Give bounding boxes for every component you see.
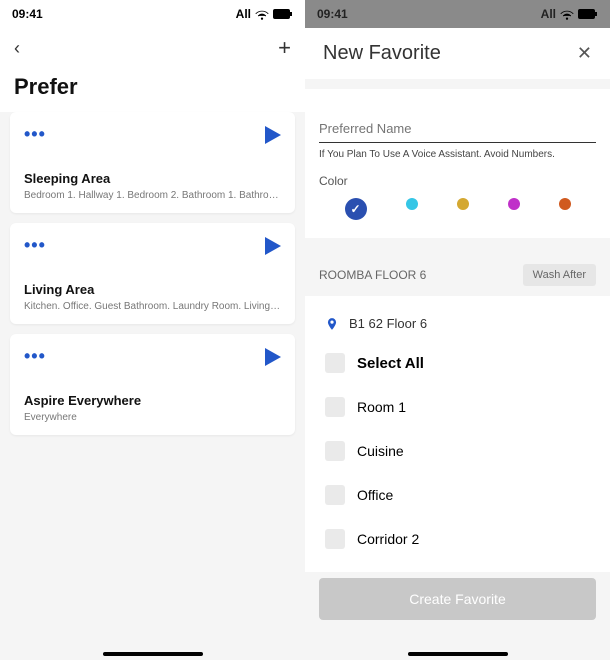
battery-icon	[273, 8, 293, 20]
wifi-icon	[255, 7, 269, 21]
room-row[interactable]: Office	[319, 473, 596, 517]
checkbox[interactable]	[325, 529, 345, 549]
room-label: Office	[357, 487, 393, 503]
wash-after-toggle[interactable]: Wash After	[523, 264, 596, 286]
color-swatch[interactable]	[457, 198, 469, 210]
color-swatch[interactable]	[345, 198, 367, 220]
section-label: ROOMBA FLOOR 6	[319, 268, 426, 282]
create-favorite-button[interactable]: Create Favorite	[319, 578, 596, 620]
checkbox[interactable]	[325, 353, 345, 373]
card-subtitle: Bedroom 1. Hallway 1. Bedroom 2. Bathroo…	[24, 190, 281, 201]
card-title: Aspire Everywhere	[24, 393, 281, 408]
more-icon[interactable]: •••	[24, 346, 46, 367]
more-icon[interactable]: •••	[24, 235, 46, 256]
home-indicator[interactable]	[408, 652, 508, 656]
hint-text: If You Plan To Use A Voice Assistant. Av…	[319, 149, 596, 160]
play-icon[interactable]	[265, 126, 281, 144]
status-indicators: All	[541, 7, 598, 21]
room-label: Room 1	[357, 399, 406, 415]
favorite-card[interactable]: ••• Sleeping Area Bedroom 1. Hallway 1. …	[10, 112, 295, 213]
name-input[interactable]	[319, 115, 596, 143]
location-icon	[325, 317, 339, 331]
page-title: Prefer	[0, 68, 305, 112]
prefer-screen: 09:41 All ‹ + Prefer ••• Sleeping Area B…	[0, 0, 305, 660]
color-label: Color	[319, 174, 596, 188]
section-header: ROOMBA FLOOR 6 Wash After	[305, 238, 610, 296]
favorite-card[interactable]: ••• Aspire Everywhere Everywhere	[10, 334, 295, 435]
color-swatch[interactable]	[406, 198, 418, 210]
card-subtitle: Everywhere	[24, 412, 281, 423]
room-label: Cuisine	[357, 443, 404, 459]
room-row[interactable]: Cuisine	[319, 429, 596, 473]
play-icon[interactable]	[265, 348, 281, 366]
status-indicators: All	[236, 7, 293, 21]
room-list: B1 62 Floor 6 Select All Room 1 Cuisine …	[305, 296, 610, 572]
checkbox[interactable]	[325, 441, 345, 461]
status-time: 09:41	[317, 7, 348, 21]
back-button[interactable]: ‹	[14, 38, 20, 59]
color-swatch[interactable]	[508, 198, 520, 210]
modal-title: New Favorite	[323, 42, 441, 65]
status-carrier: All	[541, 7, 556, 21]
more-icon[interactable]: •••	[24, 124, 46, 145]
modal-header: New Favorite ✕	[305, 28, 610, 79]
battery-icon	[578, 8, 598, 20]
room-label: Corridor 2	[357, 531, 419, 547]
card-title: Living Area	[24, 282, 281, 297]
status-bar: 09:41 All	[305, 0, 610, 28]
play-icon[interactable]	[265, 237, 281, 255]
add-button[interactable]: +	[278, 35, 291, 61]
color-swatch[interactable]	[559, 198, 571, 210]
nav-bar: ‹ +	[0, 28, 305, 68]
status-time: 09:41	[12, 7, 43, 21]
color-picker	[319, 198, 596, 220]
checkbox[interactable]	[325, 397, 345, 417]
wifi-icon	[560, 7, 574, 21]
card-title: Sleeping Area	[24, 171, 281, 186]
room-row[interactable]: Room 1	[319, 385, 596, 429]
new-favorite-modal: 09:41 All New Favorite ✕ If You Plan To …	[305, 0, 610, 660]
status-carrier: All	[236, 7, 251, 21]
location-row: B1 62 Floor 6	[319, 306, 596, 341]
home-indicator[interactable]	[103, 652, 203, 656]
close-icon[interactable]: ✕	[577, 43, 592, 64]
select-all-label: Select All	[357, 355, 424, 372]
favorite-card[interactable]: ••• Living Area Kitchen. Office. Guest B…	[10, 223, 295, 324]
checkbox[interactable]	[325, 485, 345, 505]
favorites-list: ••• Sleeping Area Bedroom 1. Hallway 1. …	[0, 112, 305, 660]
form-section: If You Plan To Use A Voice Assistant. Av…	[305, 89, 610, 238]
room-row[interactable]: Corridor 2	[319, 517, 596, 561]
card-subtitle: Kitchen. Office. Guest Bathroom. Laundry…	[24, 301, 281, 312]
select-all-row[interactable]: Select All	[319, 341, 596, 385]
status-bar: 09:41 All	[0, 0, 305, 28]
location-name: B1 62 Floor 6	[349, 316, 427, 331]
